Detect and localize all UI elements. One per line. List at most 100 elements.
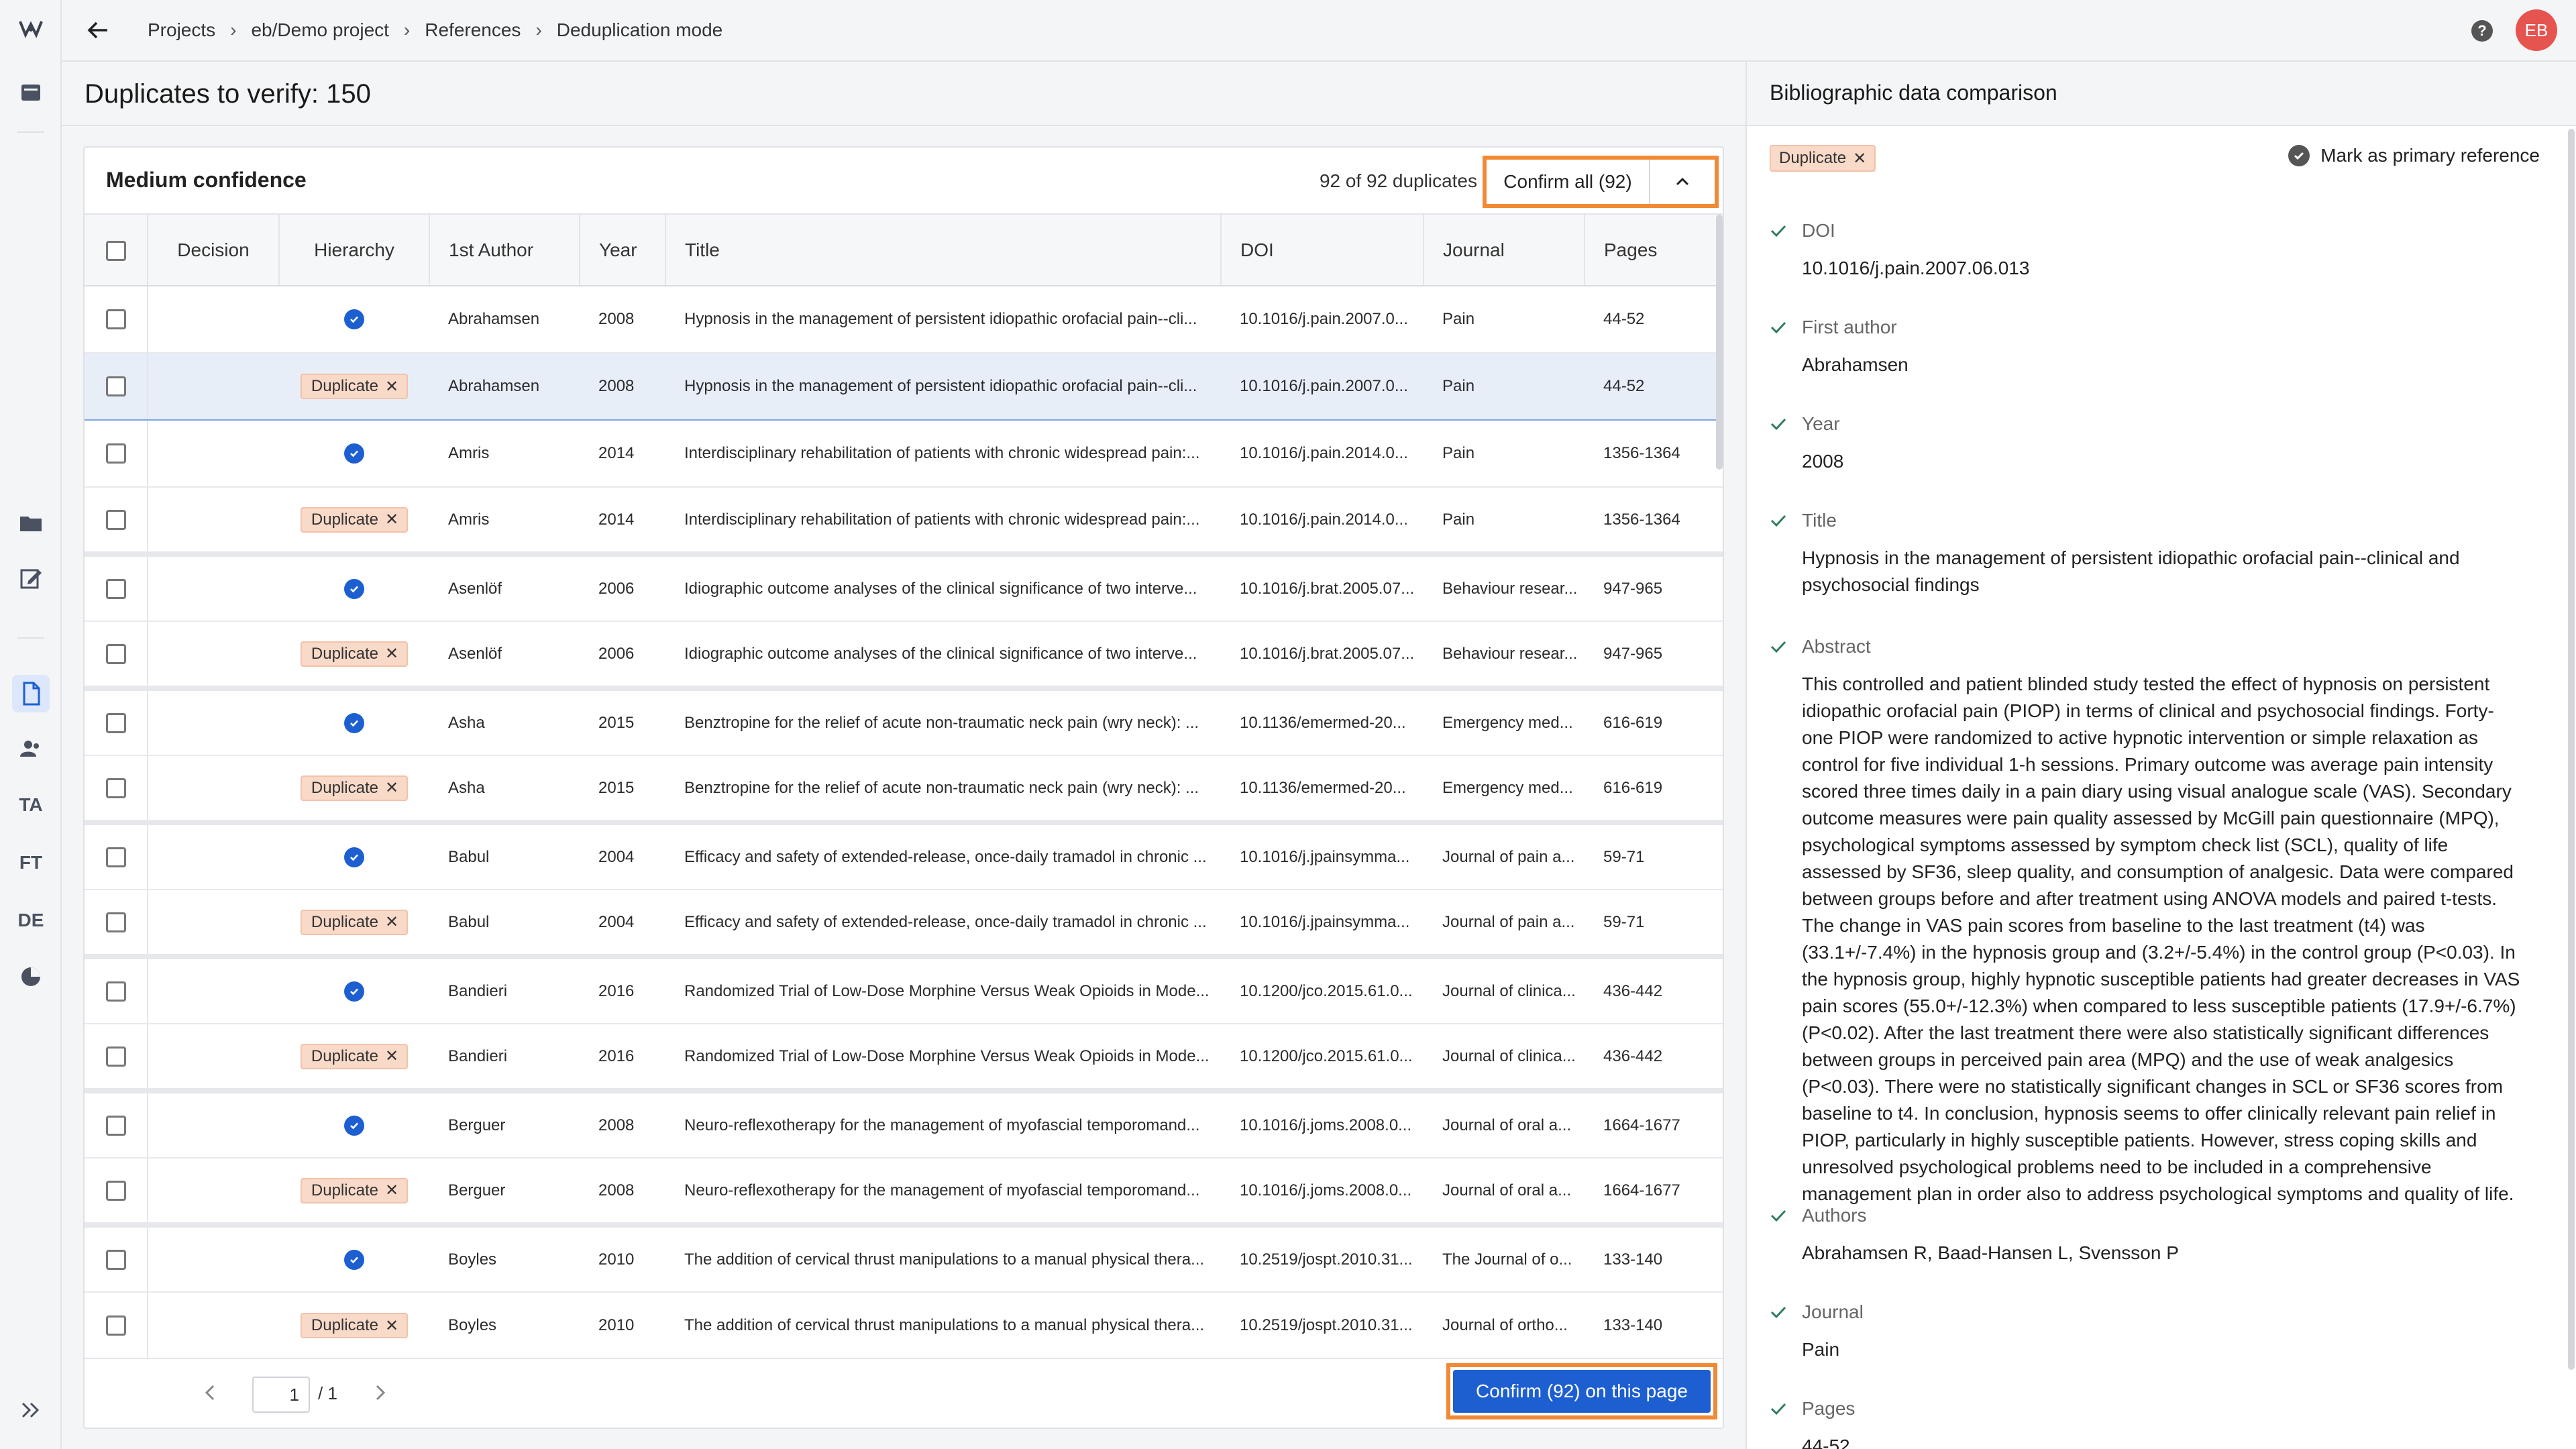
rail-ft[interactable]: FT (12, 844, 50, 881)
col-hierarchy[interactable]: Hierarchy (279, 215, 430, 286)
table-row[interactable]: Babul 2004 Efficacy and safety of extended… (85, 822, 1723, 890)
expand-rail-icon[interactable] (12, 1391, 50, 1429)
col-first-author[interactable]: 1st Author (429, 215, 580, 286)
author-cell: Asha (429, 755, 580, 825)
decision-cell (148, 352, 279, 421)
col-title[interactable]: Title (665, 215, 1222, 286)
confirm-page-button[interactable]: Confirm (92) on this page (1453, 1370, 1711, 1413)
confirm-all-button[interactable]: Confirm all (92) (1487, 160, 1650, 204)
col-doi[interactable]: DOI (1221, 215, 1424, 286)
row-checkbox[interactable] (105, 1249, 126, 1270)
breadcrumb-projects[interactable]: Projects (148, 19, 215, 41)
decision-cell (148, 957, 279, 1024)
breadcrumb-project[interactable]: eb/Demo project (251, 19, 388, 41)
table-row[interactable]: Boyles 2010 The addition of cervical thrus… (85, 1225, 1723, 1293)
row-checkbox[interactable] (105, 777, 126, 798)
avatar[interactable]: EB (2516, 9, 2557, 51)
close-icon[interactable]: ✕ (385, 1046, 398, 1066)
col-pages[interactable]: Pages (1585, 215, 1723, 286)
title-cell: Neuro-reflexotherapy for the management … (665, 1158, 1221, 1228)
table-row[interactable]: Asenlöf 2006 Idiographic outcome analyses … (85, 554, 1723, 622)
back-button[interactable] (78, 10, 118, 50)
doi-cell: 10.1200/jco.2015.61.0... (1221, 957, 1424, 1024)
rail-de[interactable]: DE (12, 902, 50, 939)
duplicate-tag: Duplicate ✕ (300, 374, 409, 399)
table-row[interactable]: Abrahamsen 2008 Hypnosis in the management… (85, 286, 1723, 354)
row-checkbox[interactable] (105, 1180, 126, 1201)
decision-cell (148, 1292, 279, 1360)
pages-cell: 44-52 (1585, 352, 1723, 421)
select-all-checkbox[interactable] (105, 240, 126, 261)
row-checkbox[interactable] (105, 912, 126, 932)
close-icon[interactable]: ✕ (385, 778, 398, 798)
table-row[interactable]: Duplicate ✕ Bandieri 2016 Randomized Trial o… (85, 1024, 1723, 1093)
author-cell: Berguer (429, 1158, 580, 1228)
close-icon[interactable]: ✕ (385, 1181, 398, 1200)
inbox-icon[interactable] (12, 74, 50, 111)
title-cell: Benztropine for the relief of acute non-… (665, 755, 1221, 825)
table-row[interactable]: Duplicate ✕ Asenlöf 2006 Idiographic outcome… (85, 621, 1723, 691)
rail-ta[interactable]: TA (12, 786, 50, 824)
field-label: First author (1770, 314, 2521, 341)
row-checkbox[interactable] (105, 578, 126, 599)
journal-cell: Behaviour resear... (1424, 621, 1585, 691)
panel-scrollbar[interactable] (2568, 129, 2575, 1370)
row-checkbox[interactable] (105, 376, 126, 396)
close-icon[interactable]: ✕ (385, 1316, 398, 1336)
row-select-cell (85, 688, 148, 756)
close-icon[interactable]: ✕ (385, 510, 398, 529)
users-icon[interactable] (12, 730, 50, 767)
chevron-left-icon[interactable] (197, 1379, 224, 1406)
row-checkbox[interactable] (105, 443, 126, 464)
table-row[interactable]: Duplicate ✕ Asha 2015 Benztropine for the re… (85, 755, 1723, 825)
table-row[interactable]: Bandieri 2016 Randomized Trial of Low-Dose… (85, 957, 1723, 1024)
app-logo[interactable] (12, 9, 50, 47)
row-select-cell (85, 1024, 148, 1093)
col-decision[interactable]: Decision (148, 215, 280, 286)
row-checkbox[interactable] (105, 309, 126, 329)
row-checkbox[interactable] (105, 1046, 126, 1067)
row-checkbox[interactable] (105, 1316, 126, 1336)
table-row[interactable]: Duplicate ✕ Berguer 2008 Neuro-reflexotherap… (85, 1158, 1723, 1228)
table-row[interactable]: Duplicate ✕ Abrahamsen 2008 Hypnosis in the … (85, 352, 1723, 421)
row-checkbox[interactable] (105, 509, 126, 530)
col-year[interactable]: Year (580, 215, 666, 286)
mark-primary-button[interactable]: Mark as primary reference (2288, 145, 2540, 166)
analysis-icon[interactable] (12, 958, 50, 996)
title-cell: The addition of cervical thrust manipula… (665, 1225, 1221, 1293)
row-checkbox[interactable] (105, 643, 126, 664)
row-checkbox[interactable] (105, 847, 126, 867)
table-row[interactable]: Duplicate ✕ Amris 2014 Interdisciplinary reh… (85, 487, 1723, 557)
table-row[interactable]: Amris 2014 Interdisciplinary rehabilitatio… (85, 420, 1723, 488)
title-cell: Hypnosis in the management of persistent… (665, 352, 1221, 421)
edit-icon[interactable] (12, 559, 50, 597)
table-row[interactable]: Duplicate ✕ Boyles 2010 The addition of cerv… (85, 1292, 1723, 1360)
table-scrollbar[interactable] (1716, 215, 1723, 470)
field-first-author: First author Abrahamsen (1770, 314, 2521, 378)
close-icon[interactable]: ✕ (385, 912, 398, 932)
duplicate-tag-label: Duplicate (311, 778, 378, 797)
folder-icon[interactable] (12, 504, 50, 542)
table-row[interactable]: Asha 2015 Benztropine for the relief of ac… (85, 688, 1723, 756)
collapse-button[interactable] (1650, 160, 1715, 204)
arrow-left-icon (87, 21, 107, 39)
references-icon[interactable] (12, 675, 50, 712)
help-icon[interactable]: ? (2469, 17, 2496, 44)
row-checkbox[interactable] (105, 1115, 126, 1136)
table-row[interactable]: Duplicate ✕ Babul 2004 Efficacy and safety o… (85, 890, 1723, 959)
primary-check-icon (344, 712, 364, 733)
close-icon[interactable]: ✕ (385, 644, 398, 663)
row-checkbox[interactable] (105, 981, 126, 1002)
year-cell: 2004 (580, 890, 665, 959)
author-cell: Boyles (429, 1225, 580, 1293)
row-checkbox[interactable] (105, 712, 126, 733)
page-input[interactable]: 1 (252, 1377, 310, 1413)
close-icon[interactable]: ✕ (385, 377, 398, 396)
col-journal[interactable]: Journal (1424, 215, 1585, 286)
row-select-cell (85, 822, 148, 890)
close-icon[interactable]: ✕ (1853, 149, 1866, 168)
table-row[interactable]: Berguer 2008 Neuro-reflexotherapy for the … (85, 1091, 1723, 1159)
card-header: Medium confidence 92 of 92 duplicates Co… (85, 148, 1723, 215)
chevron-right-icon[interactable] (366, 1379, 393, 1406)
breadcrumb-references[interactable]: References (425, 19, 521, 41)
